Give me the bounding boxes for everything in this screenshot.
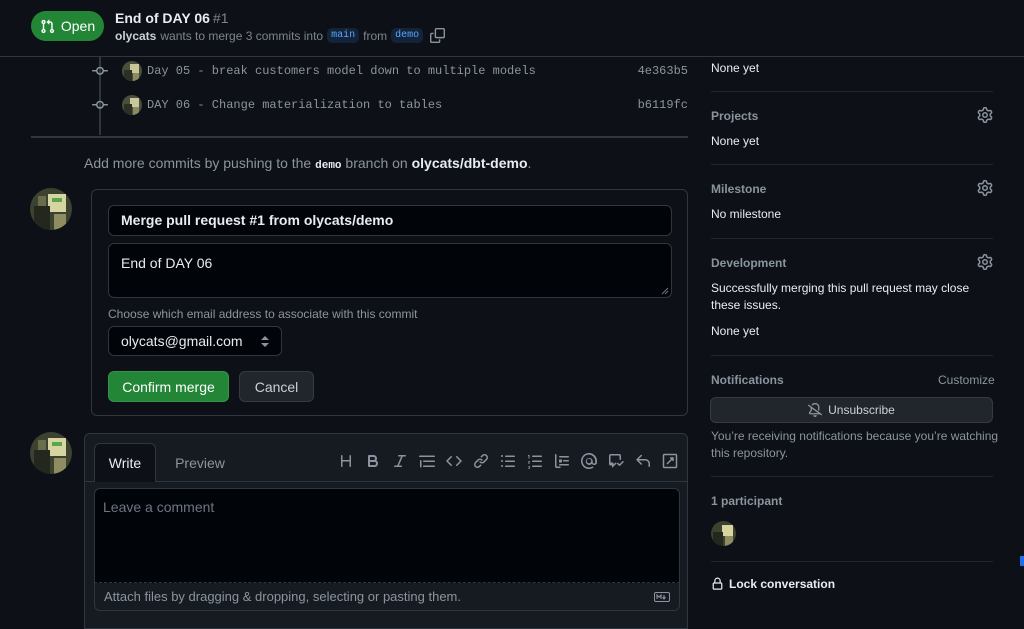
commit-row: Day 05 - break customers model down to m… bbox=[90, 61, 688, 81]
base-branch-label[interactable]: main bbox=[327, 28, 360, 43]
email-select[interactable]: olycats@gmail.com bbox=[108, 326, 282, 356]
fullscreen-icon[interactable] bbox=[662, 453, 678, 469]
comment-placeholder: Leave a comment bbox=[103, 499, 215, 515]
comment-form: Write Preview Leave a comment Attach fil… bbox=[84, 433, 688, 629]
commit-body-textarea[interactable]: End of DAY 06 bbox=[108, 243, 672, 298]
gear-icon[interactable] bbox=[977, 254, 993, 270]
pr-state-label: Open bbox=[60, 18, 96, 34]
commit-author-avatar[interactable] bbox=[122, 95, 142, 115]
commit-message-link[interactable]: DAY 06 - Change materialization to table… bbox=[147, 98, 442, 112]
ordered-list-icon[interactable] bbox=[527, 453, 543, 469]
push-note-repo-link[interactable]: olycats/dbt-demo bbox=[412, 155, 528, 171]
push-note-middle: branch on bbox=[345, 155, 408, 171]
commit-row: DAY 06 - Change materialization to table… bbox=[90, 95, 688, 115]
select-arrows-icon bbox=[261, 335, 269, 347]
gear-icon[interactable] bbox=[977, 180, 993, 196]
confirm-merge-button[interactable]: Confirm merge bbox=[108, 371, 229, 402]
email-select-value: olycats@gmail.com bbox=[121, 333, 243, 349]
sidebar-divider bbox=[711, 164, 993, 165]
gear-icon[interactable] bbox=[977, 107, 993, 123]
lock-icon bbox=[712, 577, 723, 590]
markdown-icon[interactable] bbox=[654, 591, 670, 602]
cancel-button[interactable]: Cancel bbox=[239, 371, 314, 402]
pr-from-text: from bbox=[363, 28, 388, 43]
commit-sha-link[interactable]: b6119fc bbox=[638, 98, 688, 112]
head-branch-label[interactable]: demo bbox=[391, 28, 424, 43]
participant-avatar[interactable] bbox=[711, 521, 736, 546]
development-heading[interactable]: Development bbox=[711, 256, 786, 270]
notifications-heading: Notifications bbox=[711, 373, 784, 387]
pr-author-link[interactable]: olycats bbox=[115, 29, 156, 43]
pr-meta-text: wants to merge 3 commits into bbox=[160, 28, 324, 43]
email-select-label: Choose which email address to associate … bbox=[108, 307, 418, 321]
pr-sticky-header: Open End of DAY 06 #1 olycats wants to me… bbox=[0, 0, 1024, 57]
commit-body-text: End of DAY 06 bbox=[121, 255, 213, 271]
bold-icon[interactable] bbox=[365, 453, 381, 469]
heading-icon[interactable] bbox=[338, 453, 354, 469]
quote-icon[interactable] bbox=[419, 453, 435, 469]
copy-icon[interactable] bbox=[430, 28, 446, 43]
customize-link[interactable]: Customize bbox=[938, 373, 995, 387]
push-commits-note: Add more commits by pushing to the demo … bbox=[84, 155, 531, 172]
sidebar-divider bbox=[711, 238, 993, 239]
sidebar-divider bbox=[711, 91, 993, 92]
pr-state-badge: Open bbox=[31, 11, 104, 41]
italic-icon[interactable] bbox=[392, 453, 408, 469]
mention-icon[interactable] bbox=[581, 453, 597, 469]
commit-message-link[interactable]: Day 05 - break customers model down to m… bbox=[147, 64, 536, 78]
development-text: Successfully merging this pull request m… bbox=[711, 281, 970, 312]
code-icon[interactable] bbox=[446, 453, 462, 469]
git-commit-icon bbox=[90, 97, 110, 113]
unordered-list-icon[interactable] bbox=[500, 453, 516, 469]
pr-title: End of DAY 06 #1 bbox=[115, 10, 229, 26]
participants-heading: 1 participant bbox=[711, 494, 783, 508]
link-icon[interactable] bbox=[473, 453, 489, 469]
commit-sha-link[interactable]: 4e363b5 bbox=[638, 64, 688, 78]
tab-active-gap bbox=[95, 481, 155, 482]
task-list-icon[interactable] bbox=[554, 453, 570, 469]
merge-form: Merge pull request #1 from olycats/demo … bbox=[91, 189, 688, 416]
sidebar-divider bbox=[711, 476, 993, 477]
push-note-suffix: . bbox=[527, 155, 532, 171]
bell-slash-icon bbox=[808, 403, 823, 417]
unsubscribe-button[interactable]: Unsubscribe bbox=[710, 397, 993, 423]
milestone-heading[interactable]: Milestone bbox=[711, 182, 766, 196]
push-note-prefix: Add more commits by pushing to the bbox=[84, 155, 312, 171]
projects-heading[interactable]: Projects bbox=[711, 109, 758, 123]
resize-grip-icon[interactable] bbox=[661, 287, 669, 295]
attach-files-bar[interactable]: Attach files by dragging & dropping, sel… bbox=[94, 583, 680, 611]
sidebar-divider bbox=[711, 355, 993, 356]
notifications-reason: You’re receiving notifications because y… bbox=[711, 429, 999, 460]
avatar[interactable] bbox=[30, 188, 72, 230]
attach-files-text: Attach files by dragging & dropping, sel… bbox=[104, 589, 461, 604]
git-pull-request-icon bbox=[41, 19, 54, 33]
comment-textarea[interactable]: Leave a comment bbox=[94, 488, 680, 583]
unsubscribe-label: Unsubscribe bbox=[828, 403, 895, 417]
commit-title-input[interactable]: Merge pull request #1 from olycats/demo bbox=[108, 205, 672, 236]
git-commit-icon bbox=[90, 63, 110, 79]
sidebar-divider bbox=[711, 561, 993, 562]
projects-value: None yet bbox=[711, 134, 760, 148]
milestone-value: No milestone bbox=[711, 207, 782, 221]
reviewers-value: None yet bbox=[711, 61, 760, 75]
pr-number: #1 bbox=[212, 10, 229, 26]
tab-write[interactable]: Write bbox=[94, 443, 156, 482]
reply-icon[interactable] bbox=[635, 453, 651, 469]
avatar[interactable] bbox=[30, 432, 72, 474]
development-value: None yet bbox=[711, 324, 760, 338]
push-note-branch: demo bbox=[315, 160, 342, 172]
lock-conversation-button[interactable]: Lock conversation bbox=[711, 577, 835, 591]
timeline-divider bbox=[31, 136, 688, 138]
markdown-toolbar bbox=[338, 453, 678, 469]
scroll-edge-mark bbox=[1020, 556, 1024, 566]
tab-preview[interactable]: Preview bbox=[165, 443, 235, 482]
pr-meta: olycats wants to merge 3 commits into ma… bbox=[115, 28, 446, 43]
cross-reference-icon[interactable] bbox=[608, 453, 624, 469]
pr-title-text: End of DAY 06 bbox=[115, 10, 210, 26]
lock-conversation-label: Lock conversation bbox=[729, 577, 836, 591]
commit-author-avatar[interactable] bbox=[122, 61, 142, 81]
